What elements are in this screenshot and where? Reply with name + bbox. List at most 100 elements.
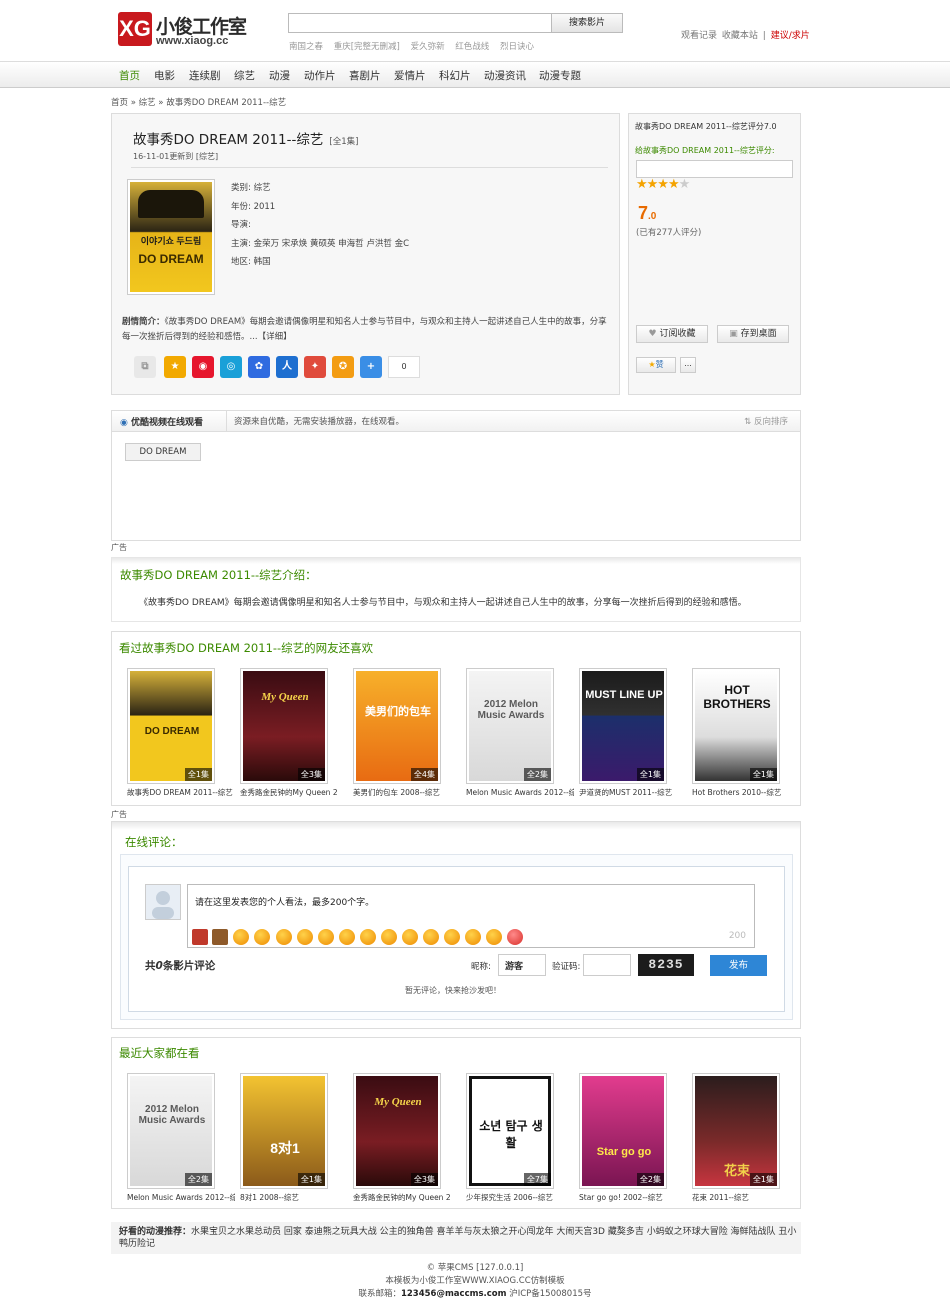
baidu-icon[interactable]: ✿ [248, 356, 270, 378]
icp-number[interactable]: 沪ICP备15008015号 [509, 1289, 591, 1299]
poster-subtitle: DO DREAM [138, 252, 204, 266]
search-button[interactable]: 搜索影片 [551, 13, 623, 33]
card-caption[interactable]: Star go go! 2002--综艺 [579, 1192, 687, 1203]
also-like-card[interactable]: HOT BROTHERS 全1集 [692, 668, 780, 784]
play-title: 优酷视频在线观看 [131, 418, 204, 428]
also-like-card[interactable]: MUST LINE UP 全1集 [579, 668, 667, 784]
card-caption[interactable]: 金秀路金民钟的My Queen 2 [353, 1192, 461, 1203]
sohu-icon[interactable]: ✦ [304, 356, 326, 378]
also-like-card[interactable]: 2012 Melon Music Awards 全2集 [466, 668, 554, 784]
title-text: 故事秀DO DREAM 2011--综艺 [133, 132, 324, 148]
play-list-header: ◉ 优酷视频在线观看 资源来自优酷，无需安装播放器，在线观看。 ⇅ 反向排序 [112, 411, 800, 432]
subscribe-button[interactable]: ♥ 订阅收藏 [636, 325, 708, 343]
recent-card[interactable]: 8对1 全1集 [240, 1073, 328, 1189]
card-caption[interactable]: Melon Music Awards 2012--综艺 [127, 1192, 235, 1203]
recent-card[interactable]: 花束 全1集 [692, 1073, 780, 1189]
hot-word-link[interactable]: 红色战线 [455, 42, 489, 52]
nav-item-series[interactable]: 连续剧 [189, 68, 221, 83]
nickname-input[interactable]: 游客 [498, 954, 546, 976]
emoji-icon[interactable] [318, 929, 334, 945]
hot-word-link[interactable]: 重庆[完整无删减] [334, 42, 400, 52]
nav-item-comedy[interactable]: 喜剧片 [349, 68, 381, 83]
card-caption[interactable]: Hot Brothers 2010--综艺 [692, 787, 800, 798]
emoji-icon[interactable] [486, 929, 502, 945]
poster: 이야기쇼 두드림 DO DREAM [127, 179, 215, 295]
post-button[interactable]: 发布 [710, 955, 767, 976]
recent-card[interactable]: 2012 Melon Music Awards 全2集 [127, 1073, 215, 1189]
renren-icon[interactable]: 人 [276, 356, 298, 378]
rating-score: 7.0 [638, 203, 656, 224]
card-caption[interactable]: 美男们的包车 2008--综艺 [353, 787, 461, 798]
emoji-icon[interactable] [339, 929, 355, 945]
emoji-icon[interactable] [192, 929, 208, 945]
nav-item-variety[interactable]: 综艺 [234, 68, 255, 83]
nav-item-anime[interactable]: 动漫 [269, 68, 290, 83]
pengyou-icon[interactable]: ✪ [332, 356, 354, 378]
card-caption[interactable]: Melon Music Awards 2012--综艺 [466, 787, 574, 798]
play-icon: ◉ [120, 418, 131, 428]
emoji-icon[interactable] [465, 929, 481, 945]
recommend-links[interactable]: 水果宝贝之水果总动员 回家 泰迪熊之玩具大战 公主的独角兽 喜羊羊与灰太狼之开心… [119, 1227, 796, 1249]
history-link[interactable]: 观看记录 [681, 31, 717, 41]
recent-card[interactable]: Star go go 全2集 [579, 1073, 667, 1189]
suggest-link[interactable]: 建议/求片 [771, 31, 810, 41]
captcha-image[interactable]: 8235 [638, 954, 694, 976]
stars-on: ★★★★ [636, 177, 680, 192]
rating-input[interactable] [636, 160, 793, 178]
site-logo[interactable]: XG 小俊工作室 www.xiaog.cc [118, 12, 254, 48]
like-button[interactable]: ★赞 [636, 357, 676, 373]
tencent-weibo-icon[interactable]: ◎ [220, 356, 242, 378]
qzone-icon[interactable]: ★ [164, 356, 186, 378]
card-caption[interactable]: 金秀路金民钟的My Queen 2 [240, 787, 348, 798]
episode-tag: 全1集 [184, 768, 212, 781]
also-like-card[interactable]: DO DREAM 全1集 [127, 668, 215, 784]
emoji-icon[interactable] [402, 929, 418, 945]
emoji-icon[interactable] [212, 929, 228, 945]
emoji-icon[interactable] [444, 929, 460, 945]
also-like-card[interactable]: My Queen 全3集 [240, 668, 328, 784]
emoji-icon[interactable] [360, 929, 376, 945]
card-caption[interactable]: 少年探究生活 2006--综艺 [466, 1192, 574, 1203]
sort-toggle[interactable]: ⇅ 反向排序 [744, 415, 788, 427]
rating-stars[interactable]: ★★★★★ [636, 177, 690, 192]
card-caption[interactable]: 尹道贤的MUST 2011--综艺 [579, 787, 687, 798]
favorite-link[interactable]: 收藏本站 [722, 31, 758, 41]
contact-email[interactable]: 123456@maccms.com [401, 1289, 507, 1299]
card-caption[interactable]: 花束 2011--综艺 [692, 1192, 800, 1203]
nav-item-anime-topics[interactable]: 动漫专题 [539, 68, 581, 83]
emoji-icon[interactable] [233, 929, 249, 945]
also-like-card[interactable]: 美男们的包车 全4集 [353, 668, 441, 784]
breadcrumb[interactable]: 首页 » 综艺 » 故事秀DO DREAM 2011--综艺 [111, 96, 286, 108]
more-share-icon[interactable]: + [360, 356, 382, 378]
hot-word-link[interactable]: 烈日诀心 [500, 42, 534, 52]
nav-item-action[interactable]: 动作片 [304, 68, 336, 83]
nav-item-home[interactable]: 首页 [119, 68, 140, 83]
emoji-icon[interactable] [507, 929, 523, 945]
recent-card[interactable]: 소년 탐구 생활 全7集 [466, 1073, 554, 1189]
nav-item-movie[interactable]: 电影 [154, 68, 175, 83]
emoji-icon[interactable] [423, 929, 439, 945]
total-suffix: 条影片评论 [162, 960, 216, 972]
search-input[interactable] [288, 13, 552, 33]
recent-card[interactable]: My Queen 全3集 [353, 1073, 441, 1189]
emoji-icon[interactable] [381, 929, 397, 945]
intro-title: 故事秀DO DREAM 2011--综艺介绍： [120, 568, 317, 582]
emoji-icon[interactable] [276, 929, 292, 945]
nav-item-romance[interactable]: 爱情片 [394, 68, 426, 83]
recommend-text: 好看的动漫推荐：水果宝贝之水果总动员 回家 泰迪熊之玩具大战 公主的独角兽 喜羊… [119, 1226, 799, 1250]
desktop-button[interactable]: ▣ 存到桌面 [717, 325, 789, 343]
weibo-icon[interactable]: ◉ [192, 356, 214, 378]
captcha-input[interactable] [583, 954, 631, 976]
card-caption[interactable]: 故事秀DO DREAM 2011--综艺 [127, 787, 235, 798]
comment-textarea[interactable]: 请在这里发表您的个人看法，最多200个字。 [187, 884, 755, 928]
more-button[interactable]: ... [680, 357, 696, 373]
hot-word-link[interactable]: 南国之春 [289, 42, 323, 52]
emoji-icon[interactable] [297, 929, 313, 945]
card-caption[interactable]: 8对1 2008--综艺 [240, 1192, 348, 1203]
copy-icon[interactable]: ⧉ [134, 356, 156, 378]
episode-button[interactable]: DO DREAM [125, 443, 201, 461]
emoji-icon[interactable] [254, 929, 270, 945]
nav-item-anime-news[interactable]: 动漫资讯 [484, 68, 526, 83]
nav-item-scifi[interactable]: 科幻片 [439, 68, 471, 83]
hot-word-link[interactable]: 爱久弥新 [411, 42, 445, 52]
